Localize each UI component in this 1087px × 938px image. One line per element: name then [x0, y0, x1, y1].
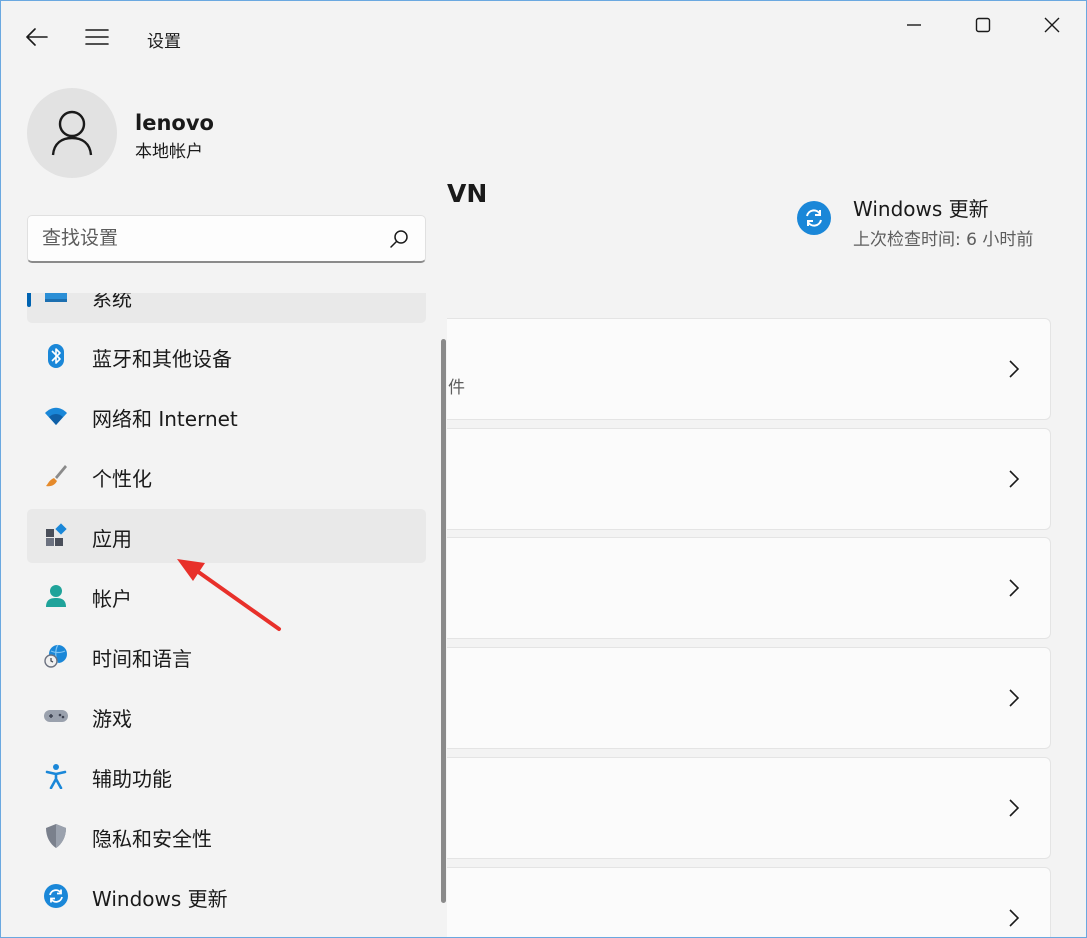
sidebar-item-label: 游戏	[92, 707, 132, 731]
windows-update-status-icon	[797, 201, 831, 235]
update-icon	[44, 884, 68, 908]
search-box[interactable]	[27, 215, 426, 263]
sidebar-item-windows-update[interactable]: Windows 更新	[27, 869, 426, 923]
shield-icon	[46, 824, 66, 848]
chevron-right-icon	[1009, 909, 1020, 927]
title-bar: 设置	[1, 1, 1086, 71]
sidebar-item-privacy-security[interactable]: 隐私和安全性	[27, 809, 426, 863]
sidebar-item-network[interactable]: 网络和 Internet	[27, 389, 426, 443]
settings-window: 设置 VN Windows 更新 上次检查时间: 6 小时前 件 lenovo …	[0, 0, 1087, 938]
sidebar-item-label: Windows 更新	[92, 887, 228, 911]
sidebar-item-label: 辅助功能	[92, 767, 172, 791]
page-heading: VN	[447, 179, 488, 208]
person-outline-icon	[51, 110, 93, 156]
update-icon	[806, 209, 822, 227]
sidebar-item-label: 帐户	[92, 587, 132, 611]
sidebar-item-personalization[interactable]: 个性化	[27, 449, 426, 503]
sidebar-item-label: 时间和语言	[92, 647, 192, 671]
avatar[interactable]	[27, 88, 117, 178]
settings-card[interactable]	[421, 757, 1051, 859]
close-icon	[1044, 17, 1060, 33]
sidebar-item-label: 应用	[92, 527, 132, 551]
gamepad-icon	[44, 710, 68, 722]
minimize-button[interactable]	[891, 9, 937, 41]
sidebar-item-label: 系统	[92, 293, 132, 311]
settings-card[interactable]	[421, 428, 1051, 530]
sidebar-item-bluetooth[interactable]: 蓝牙和其他设备	[27, 329, 426, 383]
bluetooth-icon	[48, 344, 64, 368]
settings-card[interactable]	[421, 867, 1051, 937]
settings-card[interactable]: 件	[421, 318, 1051, 420]
back-arrow-icon	[26, 28, 48, 46]
nav-scrollbar[interactable]	[441, 339, 446, 903]
app-title: 设置	[147, 32, 181, 52]
search-icon[interactable]	[388, 228, 410, 250]
selection-indicator	[27, 293, 31, 307]
minimize-icon	[907, 24, 921, 26]
search-input[interactable]	[42, 227, 372, 249]
maximize-button[interactable]	[960, 9, 1006, 41]
hamburger-icon	[85, 29, 109, 45]
accessibility-icon	[45, 764, 67, 789]
annotation-arrow	[177, 559, 281, 631]
sidebar-item-label: 网络和 Internet	[92, 407, 238, 431]
paintbrush-icon	[46, 465, 67, 487]
display-icon	[45, 293, 67, 302]
back-button[interactable]	[21, 21, 53, 53]
windows-update-subtitle: 上次检查时间: 6 小时前	[853, 230, 1034, 250]
sidebar-item-label: 蓝牙和其他设备	[92, 347, 232, 371]
settings-card[interactable]	[421, 647, 1051, 749]
person-icon	[46, 585, 66, 607]
globe-clock-icon	[44, 644, 67, 668]
apps-icon	[46, 523, 67, 546]
chevron-right-icon	[1009, 579, 1020, 597]
windows-update-title[interactable]: Windows 更新	[853, 193, 989, 222]
chevron-right-icon	[1009, 799, 1020, 817]
navigation-pane: lenovo 本地帐户 系统	[1, 71, 447, 937]
sidebar-item-label: 隐私和安全性	[92, 827, 212, 851]
chevron-right-icon	[1009, 689, 1020, 707]
user-name: lenovo	[135, 111, 214, 135]
chevron-right-icon	[1009, 360, 1020, 378]
card-subtitle: 件	[448, 378, 465, 398]
nav-menu-button[interactable]	[81, 21, 113, 53]
settings-card[interactable]	[421, 537, 1051, 639]
chevron-right-icon	[1009, 470, 1020, 488]
sidebar-item-gaming[interactable]: 游戏	[27, 689, 426, 743]
sidebar-item-label: 个性化	[92, 467, 152, 491]
sidebar-item-accessibility[interactable]: 辅助功能	[27, 749, 426, 803]
sidebar-item-system[interactable]: 系统	[27, 293, 426, 323]
close-button[interactable]	[1029, 9, 1075, 41]
maximize-icon	[975, 17, 991, 33]
account-type: 本地帐户	[135, 142, 203, 162]
wifi-icon	[45, 407, 67, 425]
